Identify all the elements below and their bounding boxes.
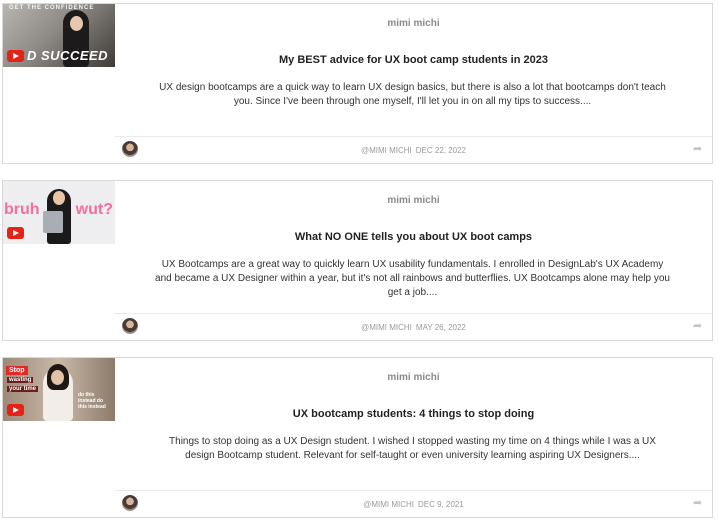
author-handle[interactable]: @MIMI MICHI: [361, 146, 412, 155]
youtube-play-icon[interactable]: [7, 227, 24, 239]
video-title[interactable]: UX bootcamp students: 4 things to stop d…: [115, 408, 712, 420]
post-date: MAY 26, 2022: [415, 323, 466, 332]
thumbnail-line2: your time: [7, 386, 39, 392]
video-card[interactable]: GET THE CONFIDENCE D SUCCEED mimi michi …: [2, 3, 713, 164]
share-icon[interactable]: ➦: [693, 497, 705, 509]
thumbnail-top-text: GET THE CONFIDENCE: [9, 5, 95, 11]
youtube-play-icon[interactable]: [7, 404, 24, 416]
thumbnail-stop-text: Stop: [6, 366, 28, 375]
share-icon[interactable]: ➦: [693, 320, 705, 332]
video-description: UX Bootcamps are a great way to quickly …: [155, 259, 670, 298]
card-footer: @MIMI MICHI DEC 9, 2021 ➦: [115, 490, 712, 517]
post-meta: @MIMI MICHI DEC 9, 2021: [115, 500, 712, 509]
youtube-play-icon[interactable]: [7, 50, 24, 62]
thumbnail-face: [70, 16, 83, 31]
thumbnail-left-text: bruh: [4, 201, 40, 218]
video-thumbnail[interactable]: bruh wut?: [3, 181, 115, 244]
thumbnail-face: [53, 191, 65, 205]
post-meta: @MIMI MICHI DEC 22, 2022: [115, 146, 712, 155]
card-footer: @MIMI MICHI MAY 26, 2022 ➦: [115, 313, 712, 340]
share-icon[interactable]: ➦: [693, 143, 705, 155]
video-card[interactable]: Stop wasting your time do this instead d…: [2, 357, 713, 518]
post-date: DEC 9, 2021: [417, 500, 464, 509]
channel-name: mimi michi: [387, 18, 440, 29]
thumbnail-right-text: wut?: [75, 201, 113, 218]
video-description: Things to stop doing as a UX Design stud…: [169, 436, 656, 461]
video-thumbnail[interactable]: GET THE CONFIDENCE D SUCCEED: [3, 4, 115, 67]
thumbnail-line1: wasting: [7, 377, 34, 383]
video-card[interactable]: bruh wut? mimi michi What NO ONE tells y…: [2, 180, 713, 341]
post-date: DEC 22, 2022: [415, 146, 467, 155]
video-title[interactable]: My BEST advice for UX boot camp students…: [115, 54, 712, 66]
post-meta: @MIMI MICHI MAY 26, 2022: [115, 323, 712, 332]
thumbnail-big-text: D SUCCEED: [27, 48, 109, 63]
thumbnail-side-text: do this instead do this instead: [78, 392, 106, 410]
video-thumbnail[interactable]: Stop wasting your time do this instead d…: [3, 358, 115, 421]
author-handle[interactable]: @MIMI MICHI: [363, 500, 414, 509]
author-handle[interactable]: @MIMI MICHI: [361, 323, 412, 332]
channel-name: mimi michi: [387, 372, 440, 383]
card-footer: @MIMI MICHI DEC 22, 2022 ➦: [115, 136, 712, 163]
thumbnail-laptop: [43, 211, 63, 233]
video-description: UX design bootcamps are a quick way to l…: [159, 82, 666, 107]
channel-name: mimi michi: [387, 195, 440, 206]
thumbnail-face: [51, 370, 64, 385]
video-title[interactable]: What NO ONE tells you about UX boot camp…: [115, 231, 712, 243]
